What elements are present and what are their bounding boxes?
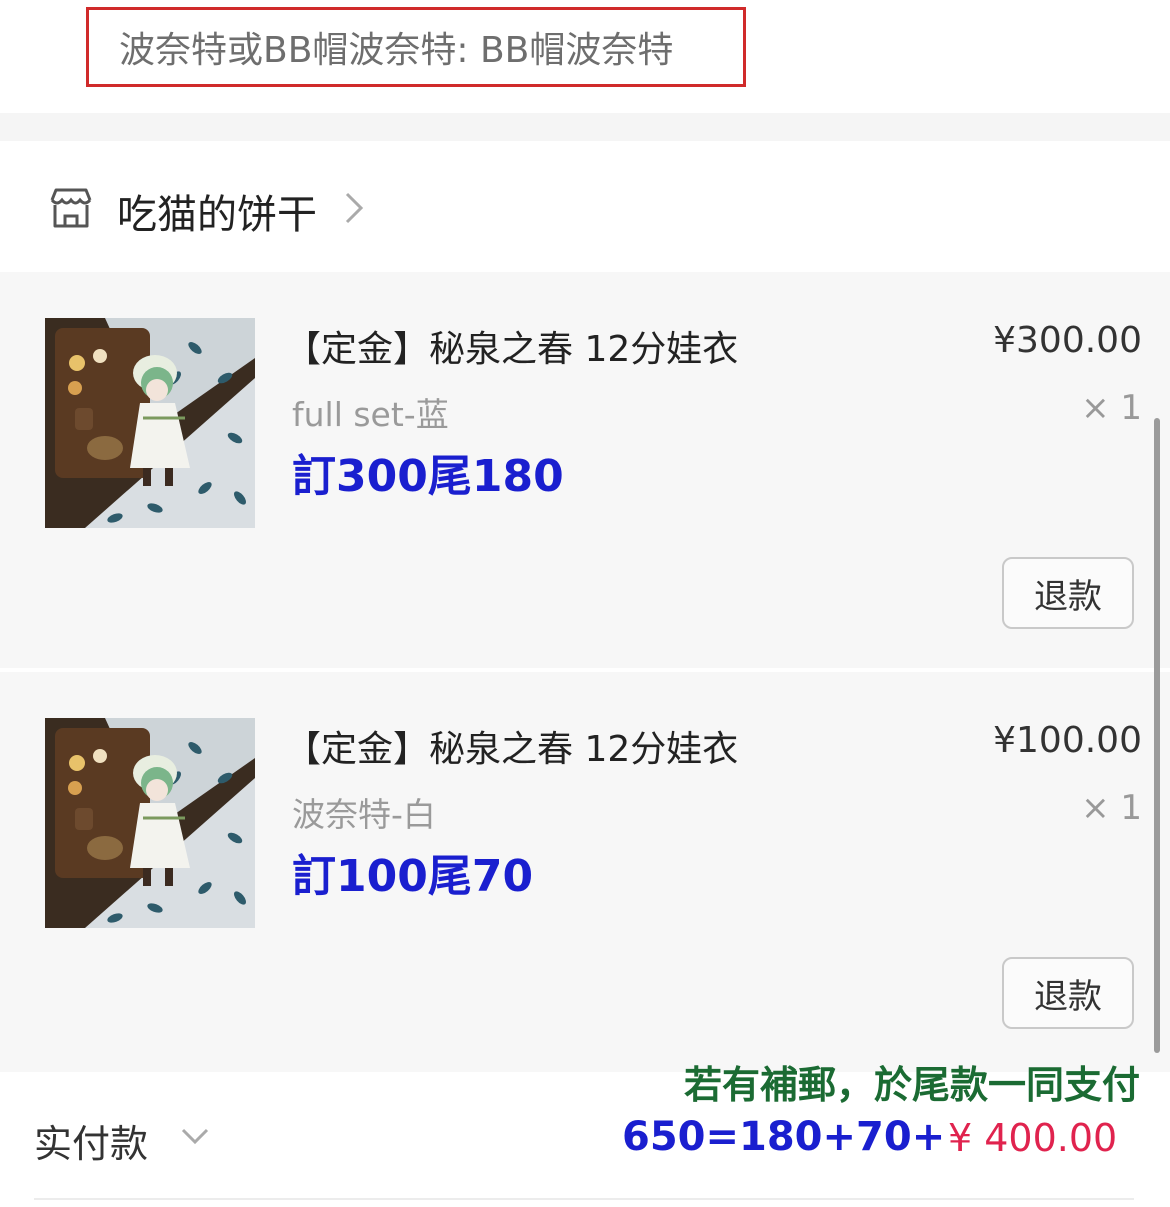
deposit-note: 訂300尾180: [292, 451, 564, 502]
paid-amount-value: ¥ 400.00: [948, 1116, 1118, 1160]
product-price: ¥100.00: [993, 720, 1142, 761]
chevron-right-icon[interactable]: [342, 188, 366, 228]
shipping-note: 若有補郵，於尾款一同支付: [683, 1063, 1140, 1107]
product-price: ¥300.00: [993, 320, 1142, 361]
product-spec: 波奈特-白: [292, 795, 436, 834]
refund-button[interactable]: 退款: [1002, 957, 1134, 1029]
scrollbar[interactable]: [1154, 418, 1160, 1053]
deposit-note: 訂100尾70: [292, 851, 534, 902]
product-spec: full set-蓝: [292, 395, 449, 434]
chevron-down-icon[interactable]: [180, 1124, 210, 1148]
selected-variant-text: 波奈特或BB帽波奈特: BB帽波奈特: [119, 30, 674, 71]
product-thumbnail[interactable]: [45, 718, 255, 928]
product-quantity: × 1: [1081, 788, 1142, 828]
paid-amount-label[interactable]: 实付款: [34, 1113, 148, 1168]
section-gap: [0, 113, 1170, 141]
product-quantity: × 1: [1081, 388, 1142, 428]
product-title[interactable]: 【定金】秘泉之春 12分娃衣: [285, 320, 738, 372]
selected-variant-box: 波奈特或BB帽波奈特: BB帽波奈特: [86, 7, 746, 87]
product-thumbnail[interactable]: [45, 318, 255, 528]
store-icon: [50, 188, 92, 228]
divider-line: [34, 1198, 1134, 1200]
refund-button[interactable]: 退款: [1002, 557, 1134, 629]
payment-calculation-note: 650=180+70+: [622, 1114, 946, 1160]
product-title[interactable]: 【定金】秘泉之春 12分娃衣: [285, 720, 738, 772]
shop-name[interactable]: 吃猫的饼干: [117, 182, 317, 240]
